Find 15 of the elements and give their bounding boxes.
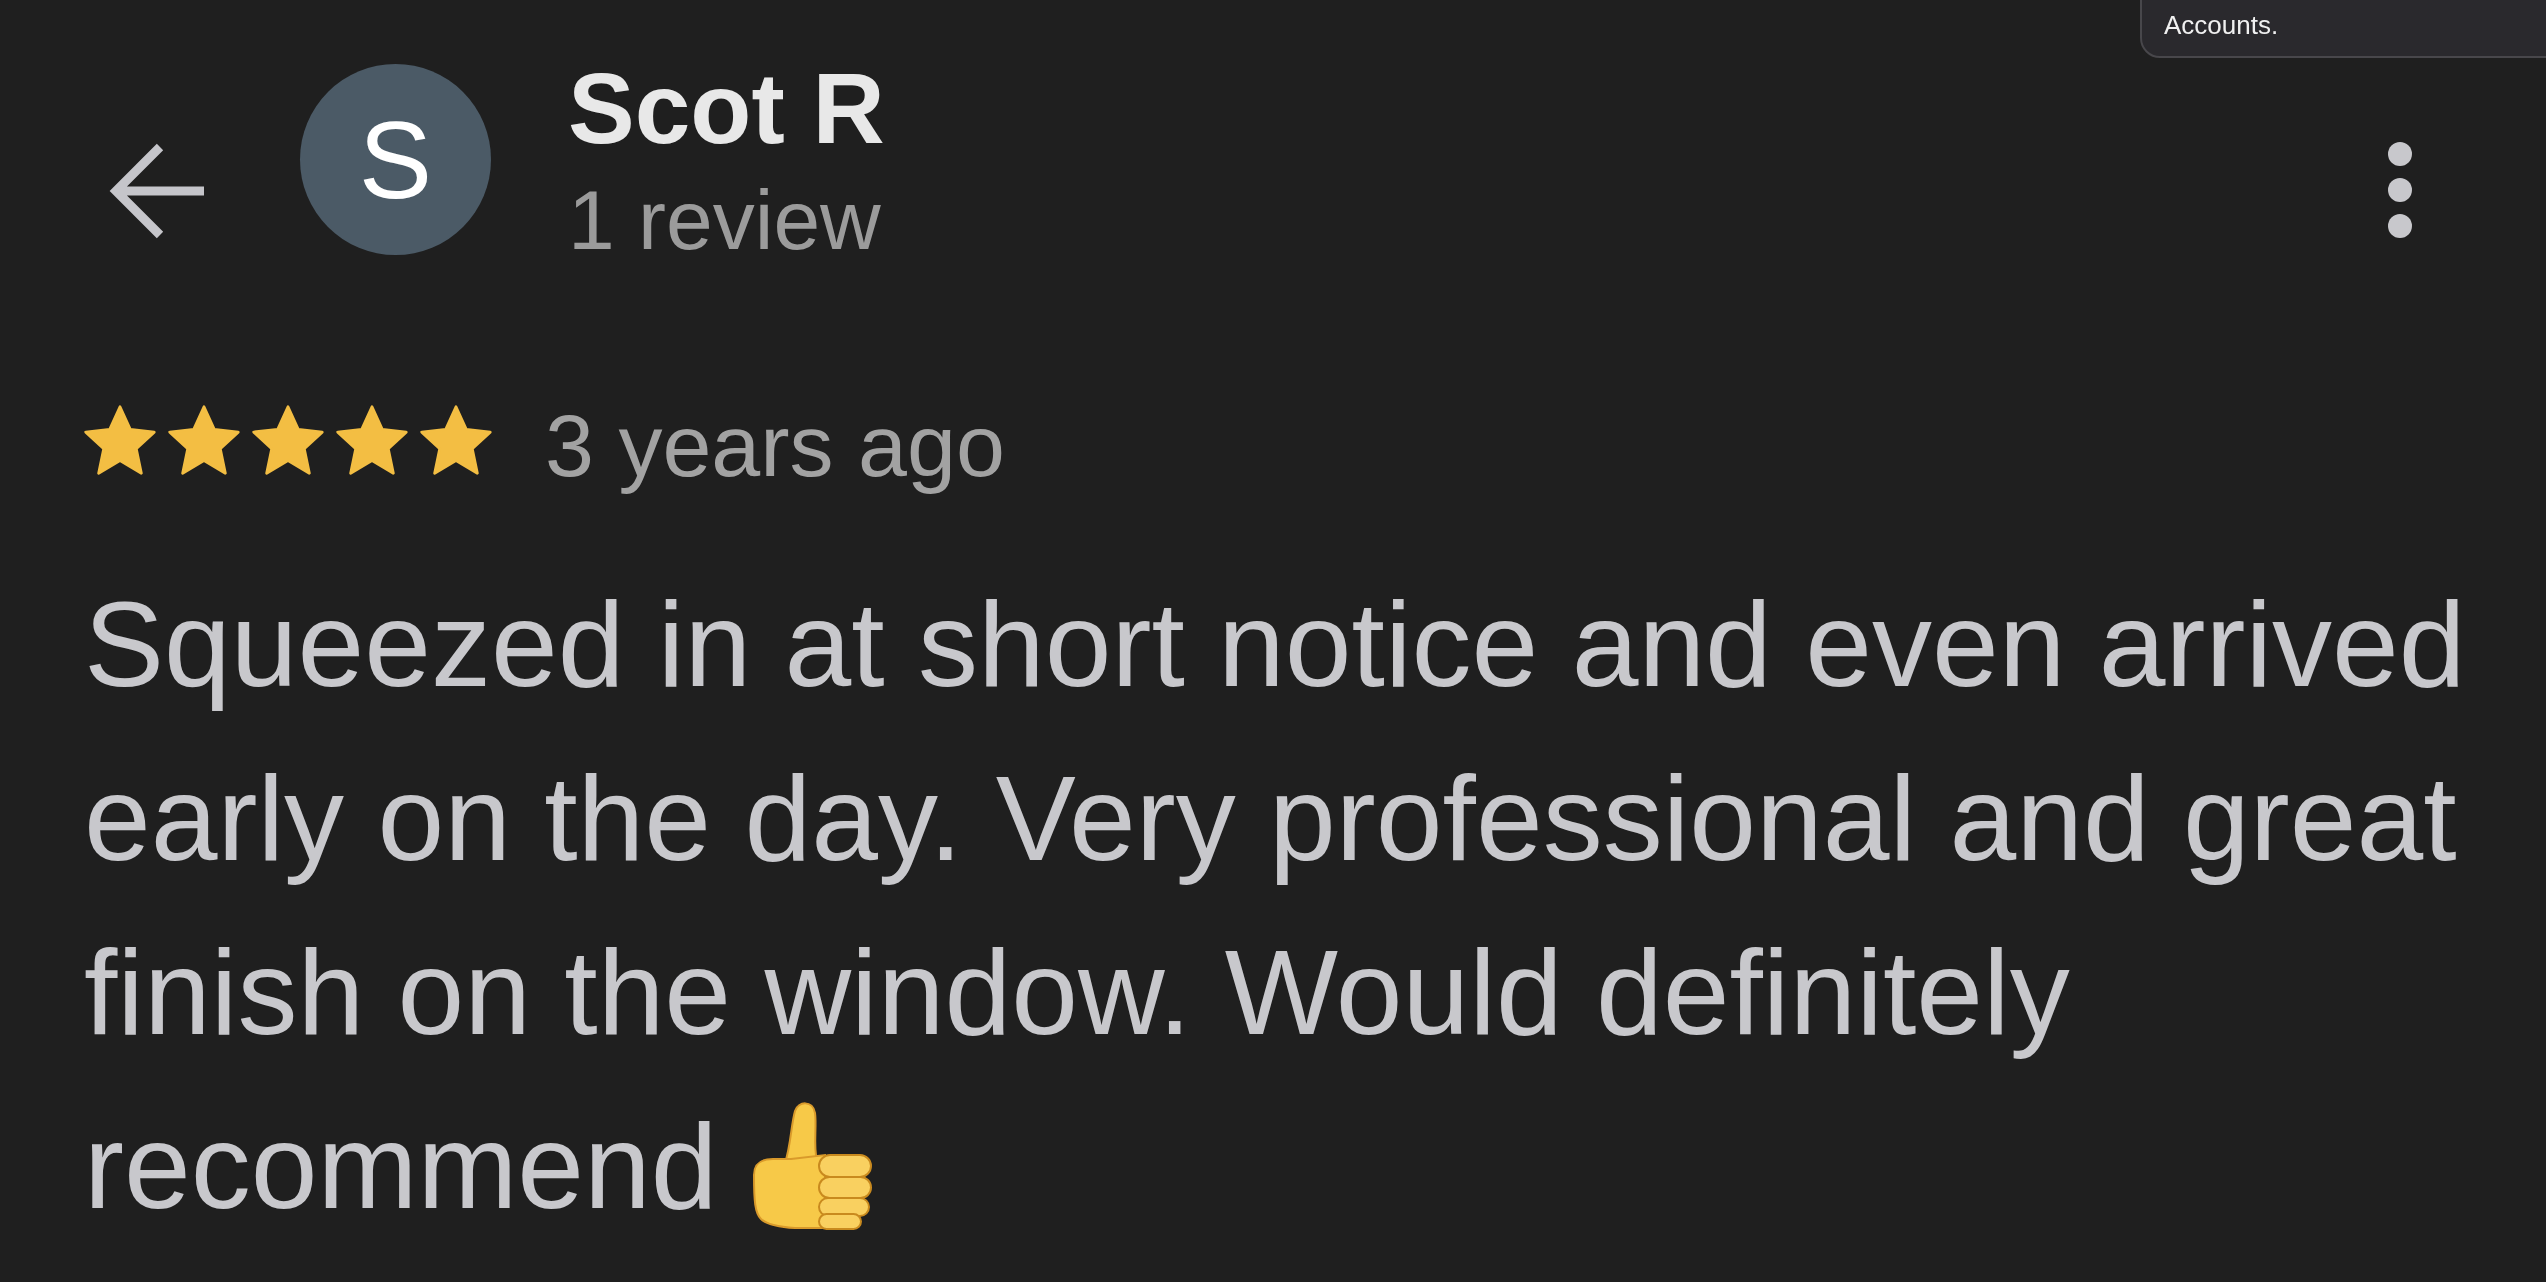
back-arrow-icon (108, 143, 204, 239)
back-button[interactable] (108, 143, 204, 239)
more-options-button[interactable] (2388, 142, 2412, 238)
avatar: S (300, 64, 491, 255)
review-text: Squeezed in at short notice and even arrived early on the day. Very professional and great finish on the window. Would definitely recommend (84, 576, 2467, 1235)
tooltip: Accounts. (2140, 0, 2546, 58)
review-count: 1 review (568, 178, 882, 262)
star-icon (84, 405, 156, 475)
thumbs-up-icon (750, 1101, 873, 1230)
more-options-icon (2388, 142, 2412, 238)
star-icon (168, 405, 240, 475)
star-icon (252, 405, 324, 475)
reviewer-name: Scot R (568, 58, 885, 158)
star-icon (420, 405, 492, 475)
star-icon (336, 405, 408, 475)
